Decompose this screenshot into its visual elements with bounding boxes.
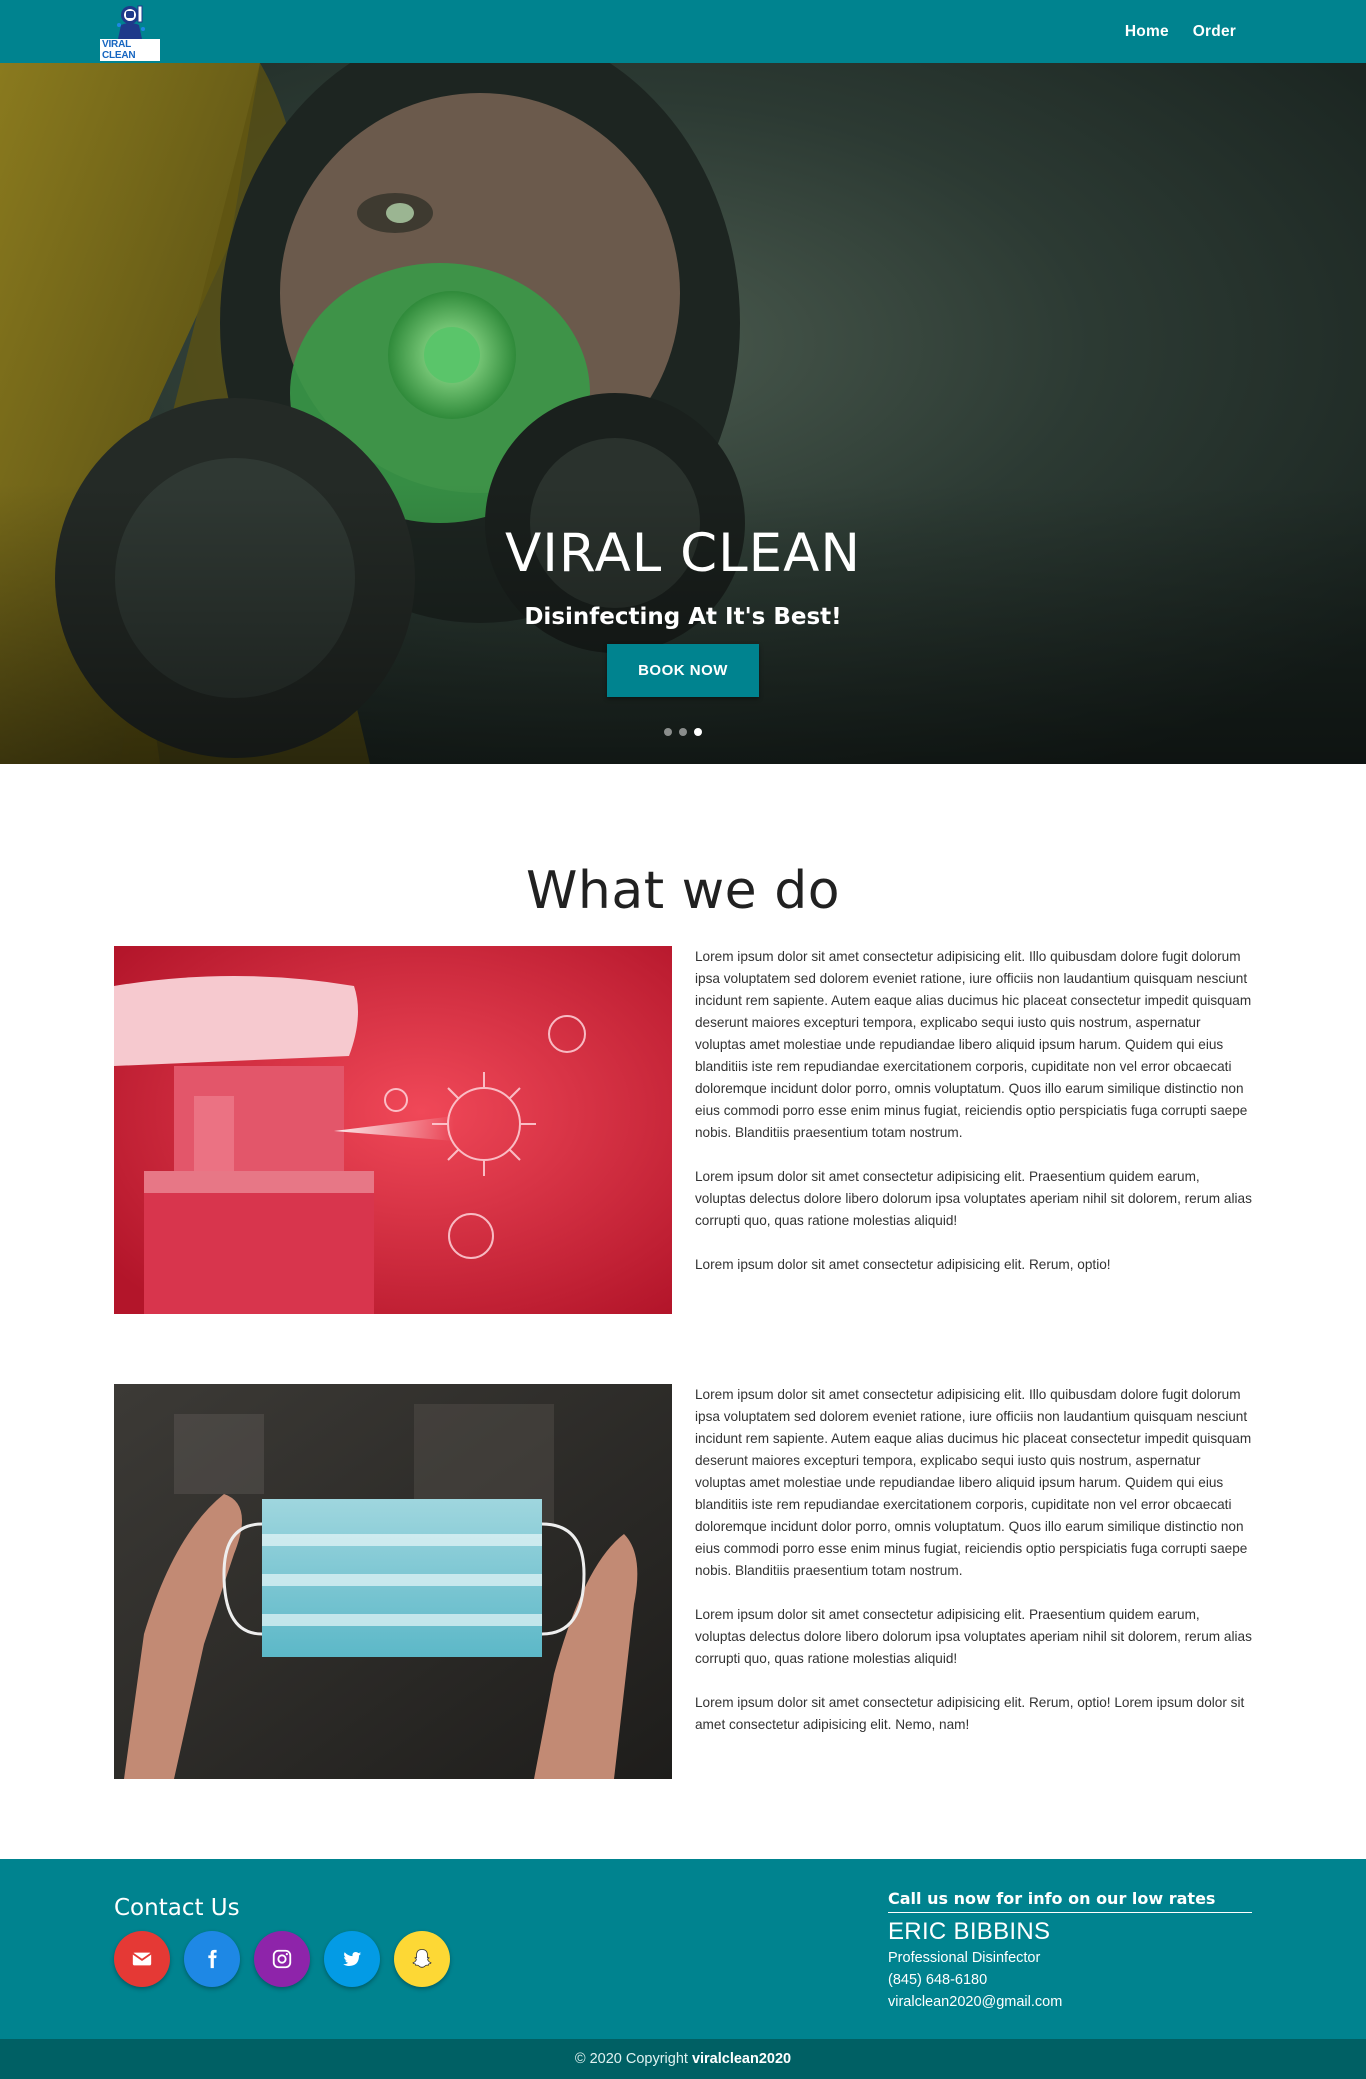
feature-row: Lorem ipsum dolor sit amet consectetur a… (0, 946, 1366, 1314)
twitter-icon (343, 1951, 362, 1966)
envelope-icon (132, 1952, 152, 1966)
instagram-button[interactable] (254, 1931, 310, 1987)
hero-title: VIRAL CLEAN (504, 523, 862, 584)
carousel-dot-2[interactable] (679, 728, 687, 736)
feature-paragraph: Lorem ipsum dolor sit amet consectetur a… (695, 1387, 1252, 1578)
nav-home-link[interactable]: Home (1113, 23, 1181, 41)
logo-figure-icon (117, 5, 145, 39)
contact-role: Professional Disinfector (888, 1950, 1041, 1966)
contact-name: ERIC BIBBINS (888, 1918, 1051, 1945)
feature-paragraph: Lorem ipsum dolor sit amet consectetur a… (695, 1257, 1111, 1272)
carousel-dot-3[interactable] (694, 728, 702, 736)
hero-subtitle: Disinfecting At It's Best! (524, 604, 842, 630)
hero-carousel: VIRAL CLEAN Disinfecting At It's Best! B… (0, 63, 1366, 764)
feature-paragraph: Lorem ipsum dolor sit amet consectetur a… (695, 1607, 1252, 1666)
spray-virus-image (114, 946, 672, 1314)
copyright-bar: © 2020 Copyright viralclean2020 (0, 2039, 1366, 2079)
section-title: What we do (525, 861, 841, 921)
contact-title: Contact Us (114, 1895, 240, 1921)
copyright-brand-link[interactable]: viralclean2020 (692, 2051, 791, 2067)
facebook-button[interactable] (184, 1931, 240, 1987)
social-links (114, 1931, 450, 1987)
twitter-button[interactable] (324, 1931, 380, 1987)
navbar: VIRAL CLEAN Home Order (0, 0, 1366, 63)
email-button[interactable] (114, 1931, 170, 1987)
snapchat-button[interactable] (394, 1931, 450, 1987)
feature-paragraph: Lorem ipsum dolor sit amet consectetur a… (695, 949, 1252, 1140)
face-mask-illustration (114, 1384, 672, 1779)
call-to-action: Call us now for info on our low rates (888, 1889, 1252, 1913)
feature-text: Lorem ipsum dolor sit amet consectetur a… (695, 946, 1252, 1314)
feature-row: Lorem ipsum dolor sit amet consectetur a… (0, 1384, 1366, 1779)
footer-main: Contact Us Call us now for info on our l… (0, 1859, 1366, 2039)
book-now-button[interactable]: BOOK NOW (607, 644, 759, 697)
contact-email[interactable]: viralclean2020@gmail.com (888, 1991, 1252, 2013)
facebook-icon (208, 1949, 217, 1969)
instagram-icon (272, 1949, 292, 1969)
nav-links: Home Order (1113, 23, 1248, 41)
carousel-dot-1[interactable] (664, 728, 672, 736)
spray-virus-illustration (114, 946, 672, 1314)
feature-text: Lorem ipsum dolor sit amet consectetur a… (695, 1384, 1252, 1779)
nav-order-link[interactable]: Order (1181, 23, 1248, 41)
contact-info: Call us now for info on our low rates ER… (888, 1889, 1252, 2013)
hero-caption: VIRAL CLEAN Disinfecting At It's Best! B… (0, 523, 1366, 697)
contact-phone[interactable]: (845) 648-6180 (888, 1969, 1252, 1991)
carousel-indicators (0, 728, 1366, 736)
face-mask-image (114, 1384, 672, 1779)
logo-text: VIRAL CLEAN (100, 38, 160, 61)
footer: Contact Us Call us now for info on our l… (0, 1859, 1366, 2079)
copyright-text: © 2020 Copyright (574, 2051, 688, 2067)
feature-paragraph: Lorem ipsum dolor sit amet consectetur a… (695, 1695, 1245, 1732)
feature-paragraph: Lorem ipsum dolor sit amet consectetur a… (695, 1169, 1252, 1228)
what-we-do-section: What we do Lorem ipsum dolor sit amet co… (0, 764, 1366, 1859)
brand-logo[interactable]: VIRAL CLEAN (100, 2, 160, 62)
snapchat-icon (412, 1949, 432, 1968)
